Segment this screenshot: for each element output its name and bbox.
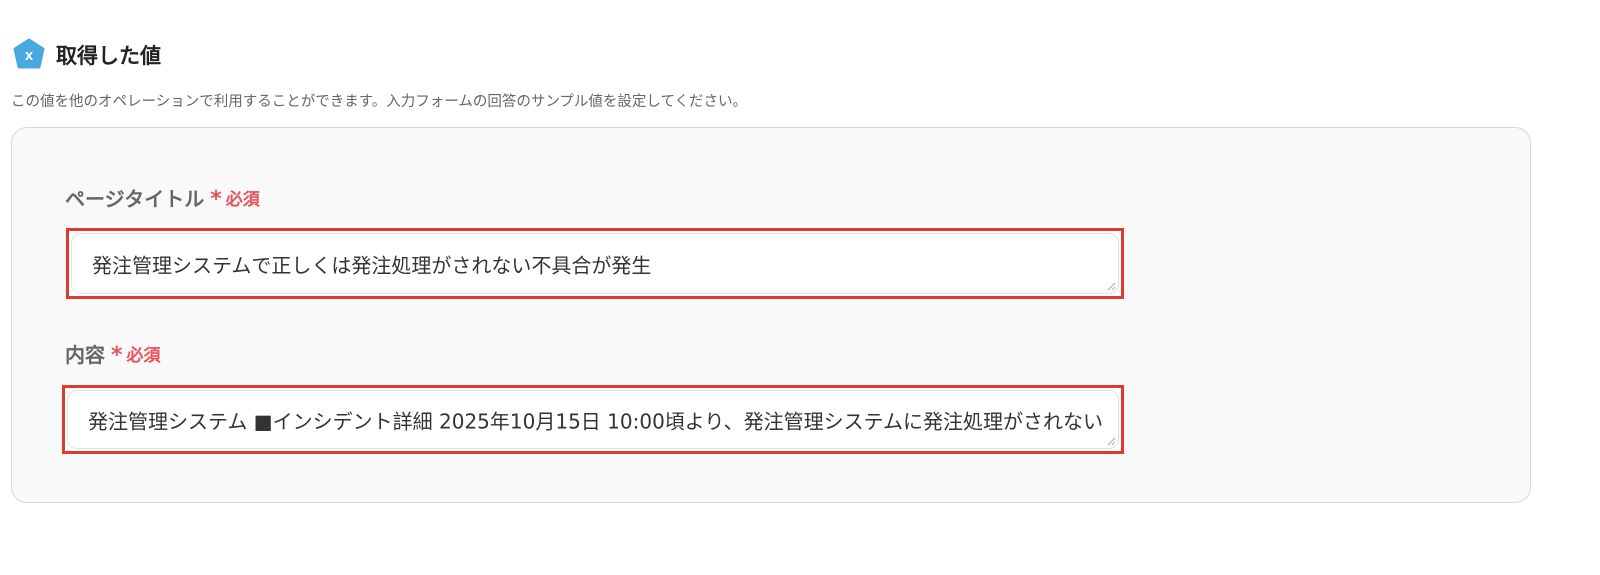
content-label: 内容 * 必須 [65, 339, 161, 368]
section-title: 取得した値 [56, 44, 161, 68]
content-input[interactable]: 発注管理システム ■インシデント詳細 2025年10月15日 10:00頃より、… [62, 385, 1124, 454]
content-input-box[interactable]: 発注管理システム ■インシデント詳細 2025年10月15日 10:00頃より、… [67, 390, 1119, 449]
section-description: この値を他のオペレーションで利用することができます。入力フォームの回答のサンプル… [11, 94, 748, 110]
variable-x-icon: x [12, 38, 46, 72]
field-label-text: 内容 [65, 343, 105, 367]
resize-handle-icon[interactable] [1106, 281, 1116, 291]
page-title-label: ページタイトル * 必須 [65, 183, 260, 212]
icon-glyph: x [25, 47, 34, 64]
page-title-value: 発注管理システムで正しくは発注処理がされない不具合が発生 [92, 253, 652, 277]
required-asterisk: * [210, 186, 222, 212]
page-title-input-box[interactable]: 発注管理システムで正しくは発注処理がされない不具合が発生 [71, 233, 1119, 294]
resize-handle-icon[interactable] [1106, 436, 1116, 446]
page-title-input[interactable]: 発注管理システムで正しくは発注処理がされない不具合が発生 [66, 228, 1124, 299]
required-badge: 必須 [225, 190, 260, 210]
section-header: x 取得した値 [12, 38, 161, 72]
form-panel: ページタイトル * 必須 発注管理システムで正しくは発注処理がされない不具合が発… [11, 127, 1531, 503]
field-label-text: ページタイトル [65, 187, 205, 211]
required-badge: 必須 [126, 346, 161, 366]
content-value: 発注管理システム ■インシデント詳細 2025年10月15日 10:00頃より、… [88, 409, 1104, 433]
required-asterisk: * [111, 342, 123, 368]
